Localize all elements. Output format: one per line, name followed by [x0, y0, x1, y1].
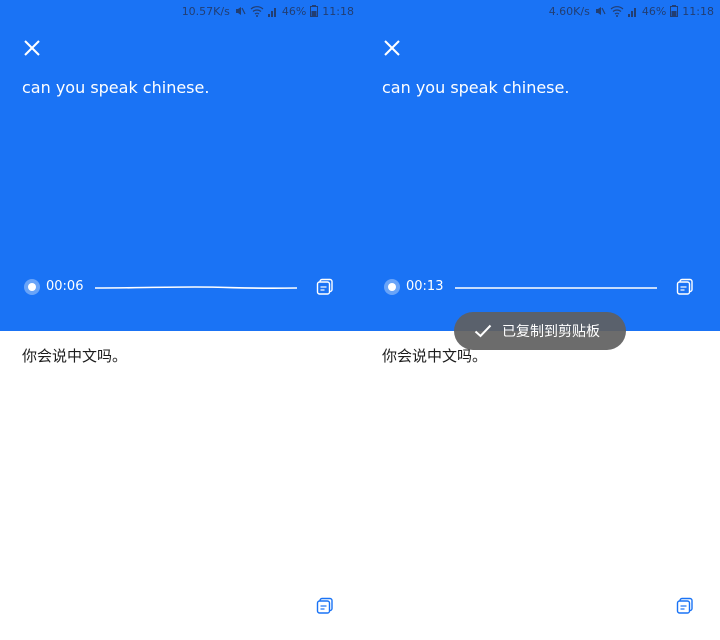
source-text: can you speak chinese.	[382, 78, 570, 97]
target-text: 你会说中文吗。	[22, 347, 128, 365]
battery-percent: 46%	[641, 4, 667, 18]
audio-player: 00:13	[384, 276, 704, 298]
checkmark-icon	[474, 324, 492, 338]
signal-icon	[267, 8, 276, 17]
close-icon[interactable]	[380, 36, 404, 60]
wifi-icon	[250, 6, 264, 17]
copy-icon[interactable]	[676, 278, 694, 296]
copied-toast: 已复制到剪贴板	[454, 312, 626, 350]
screen-right: 4.60K/s 46% 11:18 can you speak chinese.…	[360, 0, 720, 640]
translation-source-panel: 10.57K/s 46% 11:18 can you speak chinese…	[0, 0, 360, 331]
screen-left: 10.57K/s 46% 11:18 can you speak chinese…	[0, 0, 360, 640]
audio-waveform[interactable]	[455, 285, 657, 291]
source-text: can you speak chinese.	[22, 78, 210, 97]
wifi-icon	[610, 6, 624, 17]
audio-waveform[interactable]	[95, 285, 297, 291]
battery-icon	[670, 5, 679, 17]
play-indicator-icon[interactable]	[24, 279, 40, 295]
toast-message: 已复制到剪贴板	[502, 324, 600, 340]
clock: 11:18	[322, 4, 354, 18]
audio-player: 00:06	[24, 276, 344, 298]
copy-icon[interactable]	[316, 597, 334, 615]
status-bar: 10.57K/s 46% 11:18	[182, 3, 354, 19]
net-speed: 4.60K/s	[548, 4, 590, 18]
playback-time: 00:13	[406, 279, 444, 294]
play-indicator-icon[interactable]	[384, 279, 400, 295]
translation-source-panel: 4.60K/s 46% 11:18 can you speak chinese.…	[360, 0, 720, 331]
net-speed: 10.57K/s	[181, 4, 230, 18]
copy-icon[interactable]	[676, 597, 694, 615]
mute-icon	[595, 7, 606, 15]
clock: 11:18	[682, 4, 714, 18]
battery-icon	[310, 5, 319, 17]
status-bar: 4.60K/s 46% 11:18	[549, 3, 714, 19]
signal-icon	[627, 8, 636, 17]
copy-icon[interactable]	[316, 278, 334, 296]
mute-icon	[235, 7, 246, 15]
battery-percent: 46%	[281, 4, 307, 18]
close-icon[interactable]	[20, 36, 44, 60]
playback-time: 00:06	[46, 279, 84, 294]
